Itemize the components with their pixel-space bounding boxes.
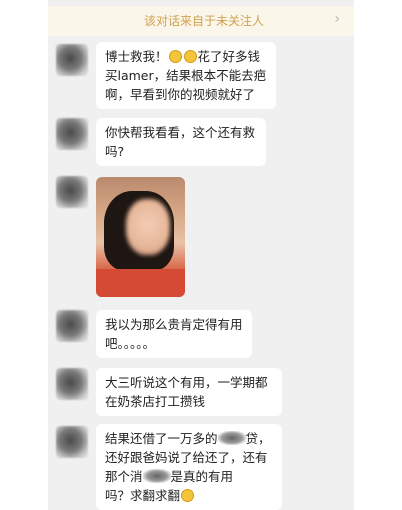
crying-face-emoji-icon [168, 50, 182, 63]
message-line: 吗? [105, 144, 125, 159]
message-bubble: 博士救我！ 花了好多钱 买lamer，结果根本不能去疤 啊，早看到你的视频就好了 [96, 42, 276, 109]
message-line: 在奶茶店打工攒钱 [105, 394, 206, 409]
stranger-notice-bar[interactable]: 该对话来自于未关注人 › [48, 6, 354, 36]
sender-avatar[interactable] [56, 44, 88, 76]
message-line: 还好跟爸妈说了给还了，还有 [105, 450, 268, 465]
message-line: 大三听说这个有用，一学期都 [105, 375, 268, 390]
message-line: 啊，早看到你的视频就好了 [105, 87, 256, 102]
message-text: 结果还借了一万多的 [105, 431, 218, 446]
message-bubble: 你快帮我看看，这个还有救 吗? [96, 118, 266, 166]
message-text: 吗？求翻求翻 [105, 488, 181, 503]
message-line: 你快帮我看看，这个还有救 [105, 125, 256, 140]
chevron-right-icon[interactable]: › [334, 11, 340, 27]
message-text: 贷， [245, 431, 271, 446]
chat-frame: 该对话来自于未关注人 › 博士救我！ 花了好多钱 买lamer，结果根本不能去疤 … [48, 0, 354, 510]
message-line: 吗？求翻求翻 [105, 486, 273, 505]
stranger-notice-text: 该对话来自于未关注人 [144, 14, 265, 28]
message-text: 是真的有用 [170, 469, 234, 484]
message-text: 那个消 [105, 469, 143, 484]
censor-blur [142, 469, 171, 483]
sender-avatar[interactable] [56, 118, 88, 150]
message-bubble: 结果还借了一万多的 贷， 还好跟爸妈说了给还了，还有 那个消 是真的有用 吗？求翻求… [96, 424, 282, 510]
sender-avatar[interactable] [56, 176, 88, 208]
sender-avatar[interactable] [56, 368, 88, 400]
message-bubble: 我以为那么贵肯定得有用 吧。。。。。 [96, 310, 252, 358]
photo-message[interactable] [96, 177, 185, 297]
sender-avatar[interactable] [56, 310, 88, 342]
photo-face [126, 199, 170, 255]
sender-avatar[interactable] [56, 426, 88, 458]
crying-face-emoji-icon [181, 489, 195, 502]
photo-shirt [96, 269, 185, 297]
message-line: 吧。。。。。 [105, 336, 156, 351]
crying-face-emoji-icon [183, 50, 197, 63]
message-text: 花了好多钱 [197, 49, 261, 64]
message-line: 结果还借了一万多的 贷， [105, 429, 273, 448]
message-line: 博士救我！ 花了好多钱 [105, 47, 267, 66]
message-line: 我以为那么贵肯定得有用 [105, 317, 243, 332]
message-text: 博士救我！ [105, 49, 168, 64]
message-bubble: 大三听说这个有用，一学期都 在奶茶店打工攒钱 [96, 368, 282, 416]
message-line: 那个消 是真的有用 [105, 467, 273, 486]
censor-blur [217, 431, 246, 445]
message-line: 买lamer，结果根本不能去疤 [105, 68, 267, 83]
